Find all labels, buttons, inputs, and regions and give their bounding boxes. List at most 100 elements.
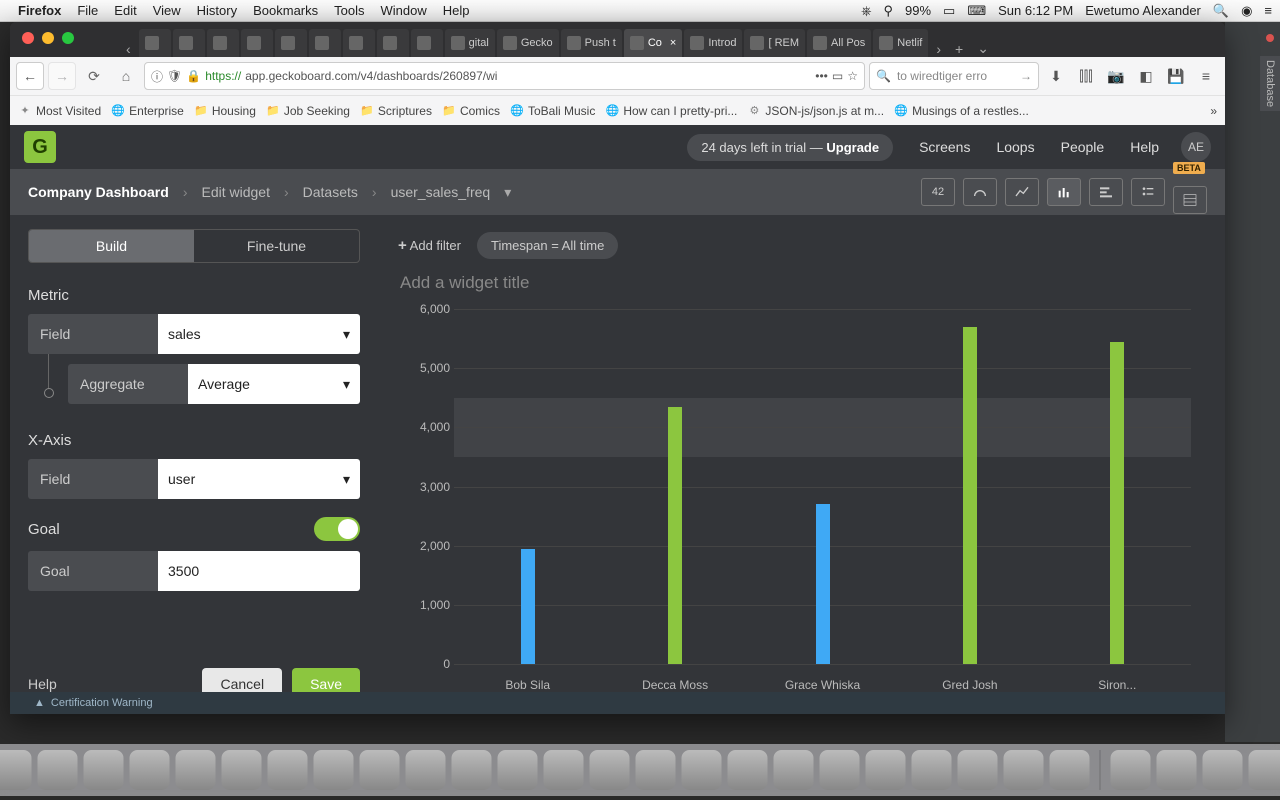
bookmark-item[interactable]: 🌐Musings of a restles...: [894, 104, 1029, 118]
menu-help[interactable]: Help: [443, 3, 470, 18]
chart-bar[interactable]: [521, 549, 535, 664]
save-icon[interactable]: 💾: [1163, 68, 1189, 85]
viz-leaderboard[interactable]: [1131, 178, 1165, 206]
tab-finetune[interactable]: Fine-tune: [194, 230, 359, 262]
star-icon[interactable]: ☆: [847, 69, 858, 83]
dock-app-icon[interactable]: [820, 750, 860, 790]
url-bar[interactable]: ⓘ 🛡 🔒 https://app.geckoboard.com/v4/dash…: [144, 62, 865, 90]
dock-app-icon[interactable]: [130, 750, 170, 790]
notification-icon[interactable]: ≡: [1264, 3, 1272, 18]
menu-icon[interactable]: ≡: [1193, 68, 1219, 84]
viz-number[interactable]: 42: [921, 178, 955, 206]
dock-app-icon[interactable]: [912, 750, 952, 790]
browser-tab[interactable]: [343, 29, 375, 57]
input-icon[interactable]: ⌨: [967, 3, 986, 19]
dock-app-icon[interactable]: [314, 750, 354, 790]
browser-tab[interactable]: gital: [445, 29, 495, 57]
page-action-icon[interactable]: •••: [815, 69, 828, 83]
reload-button[interactable]: ⟳: [80, 62, 108, 90]
zoom-window[interactable]: [62, 32, 74, 44]
browser-tab[interactable]: [139, 29, 171, 57]
bookmark-item[interactable]: 🌐Enterprise: [111, 104, 184, 118]
xaxis-field-select[interactable]: user▾: [158, 459, 360, 499]
dock-app-icon[interactable]: [1249, 750, 1280, 790]
bookmark-item[interactable]: ⚙JSON-js/json.js at m...: [747, 104, 884, 118]
bookmark-overflow[interactable]: »: [1210, 104, 1217, 118]
dock-app-icon[interactable]: [452, 750, 492, 790]
dock-app-icon[interactable]: [590, 750, 630, 790]
nav-people[interactable]: People: [1061, 139, 1105, 155]
bookmark-item[interactable]: ✦Most Visited: [18, 104, 101, 118]
browser-tab[interactable]: Netlif: [873, 29, 928, 57]
browser-tab[interactable]: Co×: [624, 29, 683, 57]
screenshot-icon[interactable]: 📷: [1103, 68, 1129, 85]
spotlight-icon[interactable]: 🔍: [1213, 3, 1229, 19]
bookmark-item[interactable]: 📁Scriptures: [360, 104, 432, 118]
browser-tab[interactable]: [377, 29, 409, 57]
dock-app-icon[interactable]: [498, 750, 538, 790]
dock-app-icon[interactable]: [866, 750, 906, 790]
browser-tab[interactable]: Gecko: [497, 29, 559, 57]
menu-tools[interactable]: Tools: [334, 3, 364, 18]
chart-bar[interactable]: [668, 407, 682, 664]
viz-line[interactable]: [1005, 178, 1039, 206]
tab-scroll-right[interactable]: ›: [930, 41, 947, 57]
menu-edit[interactable]: Edit: [114, 3, 136, 18]
dock-app-icon[interactable]: [84, 750, 124, 790]
goal-input[interactable]: 3500: [158, 551, 360, 591]
bc-datasets[interactable]: Datasets: [303, 184, 358, 200]
menu-app[interactable]: Firefox: [18, 3, 61, 18]
chart-bar[interactable]: [816, 504, 830, 664]
viz-bar[interactable]: [1089, 178, 1123, 206]
dock-app-icon[interactable]: [268, 750, 308, 790]
forward-button[interactable]: →: [48, 62, 76, 90]
dock-app-icon[interactable]: [176, 750, 216, 790]
dock-app-icon[interactable]: [360, 750, 400, 790]
go-icon[interactable]: →: [1020, 69, 1032, 83]
library-icon[interactable]: ⫿⫿⫿: [1073, 68, 1099, 85]
browser-tab[interactable]: [411, 29, 443, 57]
dock-app-icon[interactable]: [1111, 750, 1151, 790]
bc-edit-widget[interactable]: Edit widget: [201, 184, 269, 200]
dock-app-icon[interactable]: [38, 750, 78, 790]
app-logo[interactable]: G: [24, 131, 56, 163]
bookmark-item[interactable]: 📁Job Seeking: [266, 104, 350, 118]
timespan-pill[interactable]: Timespan = All time: [477, 232, 618, 259]
dock-app-icon[interactable]: [406, 750, 446, 790]
nav-screens[interactable]: Screens: [919, 139, 970, 155]
dock-app-icon[interactable]: [728, 750, 768, 790]
browser-tab[interactable]: [309, 29, 341, 57]
browser-tab[interactable]: [275, 29, 307, 57]
wifi-icon[interactable]: ⚲: [883, 3, 893, 19]
menu-file[interactable]: File: [77, 3, 98, 18]
chevron-down-icon[interactable]: ▾: [504, 184, 511, 201]
cert-warning-bar[interactable]: ▲ Certification Warning: [10, 692, 1225, 714]
reader-icon[interactable]: ▭: [832, 69, 843, 83]
dock-app-icon[interactable]: [544, 750, 584, 790]
browser-tab[interactable]: [241, 29, 273, 57]
sidebar-help-link[interactable]: Help: [28, 676, 192, 692]
tab-build[interactable]: Build: [29, 230, 194, 262]
dock-app-icon[interactable]: [1050, 750, 1090, 790]
new-tab-button[interactable]: +: [949, 41, 969, 57]
back-button[interactable]: ←: [16, 62, 44, 90]
home-button[interactable]: ⌂: [112, 62, 140, 90]
menu-view[interactable]: View: [153, 3, 181, 18]
bc-dashboard[interactable]: Company Dashboard: [28, 184, 169, 200]
avatar[interactable]: AE: [1181, 132, 1211, 162]
close-tab-icon[interactable]: ×: [670, 37, 676, 49]
dock-app-icon[interactable]: [0, 750, 32, 790]
bookmark-item[interactable]: 📁Comics: [442, 104, 500, 118]
minimize-window[interactable]: [42, 32, 54, 44]
mac-user[interactable]: Ewetumo Alexander: [1085, 3, 1201, 18]
dock-app-icon[interactable]: [636, 750, 676, 790]
menu-bookmarks[interactable]: Bookmarks: [253, 3, 318, 18]
clock[interactable]: Sun 6:12 PM: [998, 3, 1073, 18]
browser-tab[interactable]: [207, 29, 239, 57]
search-bar[interactable]: 🔍 to wiredtiger erro →: [869, 62, 1039, 90]
shield-icon[interactable]: 🛡: [167, 69, 182, 83]
dock-app-icon[interactable]: [774, 750, 814, 790]
docker-icon[interactable]: ⎈: [861, 3, 871, 19]
browser-tab[interactable]: All Pos: [807, 29, 871, 57]
dock-app-icon[interactable]: [1157, 750, 1197, 790]
